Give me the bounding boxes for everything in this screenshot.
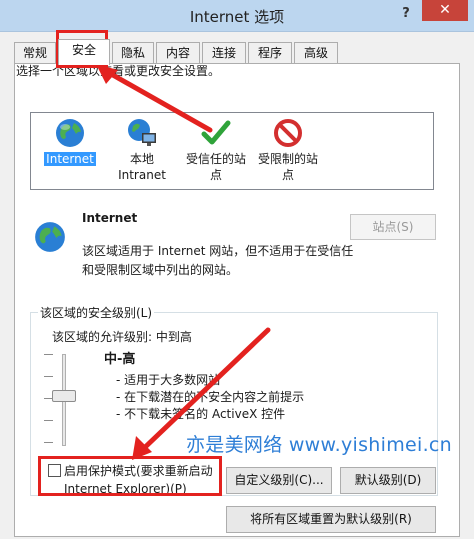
tab-security-label: 安全 (71, 43, 96, 57)
tab-security[interactable]: 安全 (58, 39, 110, 65)
annotation-arrows (96, 64, 271, 460)
annotation-arrow-top (96, 64, 213, 133)
annotation-arrow-bottom (132, 327, 271, 460)
